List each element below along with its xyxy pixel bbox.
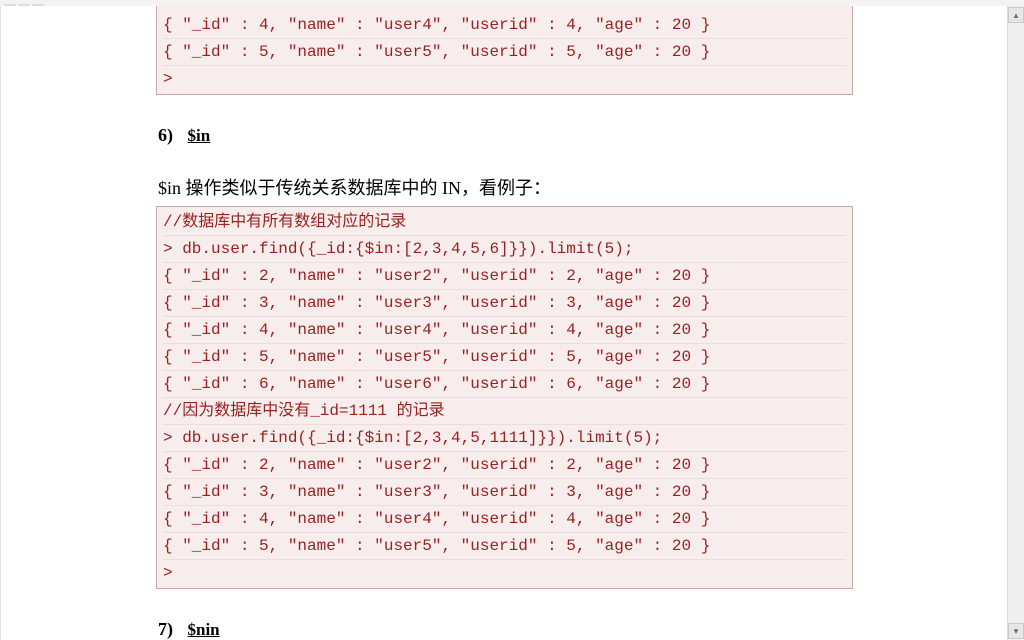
code-line: //数据库中有所有数组对应的记录 <box>163 209 846 236</box>
code-block-top: { "_id" : 4, "name" : "user4", "userid" … <box>156 6 853 95</box>
code-line: { "_id" : 4, "name" : "user4", "userid" … <box>163 506 846 533</box>
code-line: { "_id" : 5, "name" : "user5", "userid" … <box>163 533 846 560</box>
section-number: 6) <box>158 125 173 145</box>
operator-name-nin: $nin <box>188 620 220 639</box>
scroll-up-arrow-icon[interactable]: ▴ <box>1008 7 1024 23</box>
code-line: { "_id" : 3, "name" : "user3", "userid" … <box>163 479 846 506</box>
section-6-paragraph: $in 操作类似于传统关系数据库中的 IN，看例子： <box>158 176 853 200</box>
code-line: { "_id" : 5, "name" : "user5", "userid" … <box>163 39 846 66</box>
code-block-in: //数据库中有所有数组对应的记录> db.user.find({_id:{$in… <box>156 206 853 589</box>
code-line: { "_id" : 5, "name" : "user5", "userid" … <box>163 344 846 371</box>
code-line: > <box>163 66 846 92</box>
vertical-scrollbar[interactable]: ▴ ▾ <box>1007 6 1024 640</box>
code-line: { "_id" : 6, "name" : "user6", "userid" … <box>163 371 846 398</box>
code-line: > <box>163 560 846 586</box>
section-6-heading: 6) $in <box>158 125 853 146</box>
code-line: > db.user.find({_id:{$in:[2,3,4,5,1111]}… <box>163 425 846 452</box>
section-number: 7) <box>158 619 173 639</box>
code-line: { "_id" : 4, "name" : "user4", "userid" … <box>163 317 846 344</box>
operator-name-in: $in <box>188 126 211 145</box>
section-7-heading: 7) $nin <box>158 619 853 640</box>
code-line: { "_id" : 3, "name" : "user3", "userid" … <box>163 290 846 317</box>
code-line: { "_id" : 4, "name" : "user4", "userid" … <box>163 12 846 39</box>
code-line: { "_id" : 2, "name" : "user2", "userid" … <box>163 263 846 290</box>
code-line: { "_id" : 2, "name" : "user2", "userid" … <box>163 452 846 479</box>
scroll-down-arrow-icon[interactable]: ▾ <box>1008 623 1024 639</box>
code-line: > db.user.find({_id:{$in:[2,3,4,5,6]}}).… <box>163 236 846 263</box>
code-line: //因为数据库中没有_id=1111 的记录 <box>163 398 846 425</box>
document-page: { "_id" : 4, "name" : "user4", "userid" … <box>0 6 1008 640</box>
